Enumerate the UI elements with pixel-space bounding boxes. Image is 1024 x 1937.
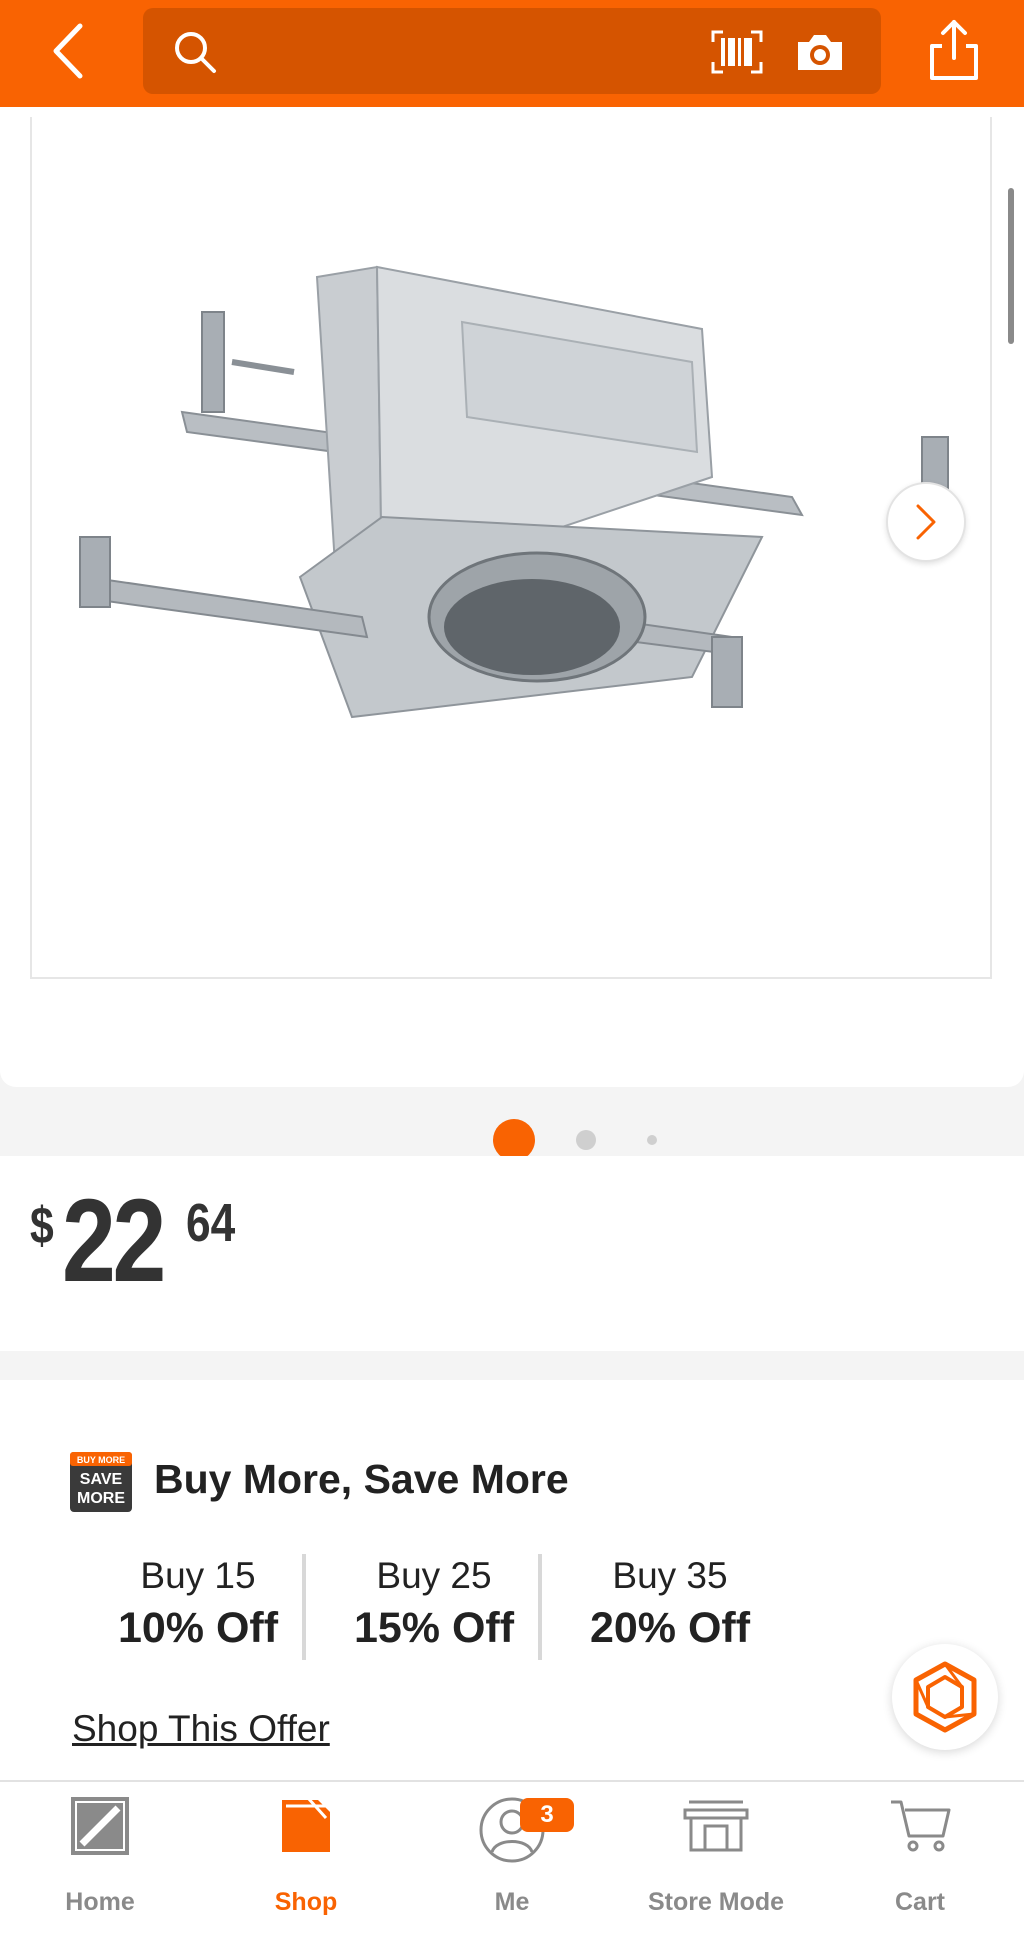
top-bar (0, 0, 1024, 107)
back-button[interactable] (38, 18, 98, 84)
page-dot-active[interactable] (493, 1119, 535, 1161)
bottom-navigation: Home Shop 3 Me Store Mode Cart (0, 1780, 1024, 1937)
chevron-right-icon (916, 504, 936, 540)
price-section: $ 22 64 (0, 1156, 1024, 1351)
promo-tier: Buy 25 15% Off (316, 1552, 552, 1662)
nav-label: Home (65, 1888, 135, 1916)
home-depot-logo-icon (71, 1797, 129, 1855)
tier-discount: 10% Off (117, 1604, 279, 1652)
chevron-left-icon (53, 23, 83, 79)
page-dot[interactable] (576, 1130, 596, 1150)
shop-tag-icon (282, 1796, 330, 1852)
tier-discount: 20% Off (589, 1604, 751, 1652)
price-currency: $ (30, 1197, 54, 1255)
nav-shop[interactable]: Shop (216, 1782, 396, 1937)
tier-quantity: Buy 15 (140, 1555, 256, 1596)
store-icon (683, 1800, 749, 1852)
share-icon (930, 20, 978, 80)
tier-quantity: Buy 35 (612, 1555, 728, 1596)
nav-cart[interactable]: Cart (830, 1782, 1010, 1937)
svg-text:BUY MORE: BUY MORE (77, 1455, 125, 1465)
page-dot[interactable] (647, 1135, 657, 1145)
price-cents: 64 (186, 1193, 236, 1253)
camera-icon[interactable] (795, 30, 845, 74)
svg-text:MORE: MORE (77, 1490, 125, 1507)
nav-home[interactable]: Home (10, 1782, 190, 1937)
promo-tier: Buy 35 20% Off (552, 1552, 788, 1662)
cart-icon (891, 1800, 951, 1852)
product-gallery (0, 107, 1024, 1161)
promo-tier: Buy 15 10% Off (80, 1552, 316, 1662)
nav-label: Cart (894, 1888, 945, 1916)
product-page: $ 22 64 BUY MORE SAVE MORE Buy More, Sav… (0, 0, 1024, 1937)
tier-discount: 15% Off (353, 1604, 515, 1652)
svg-text:SAVE: SAVE (80, 1471, 123, 1488)
search-bar[interactable] (143, 8, 881, 94)
search-input[interactable] (233, 24, 703, 76)
tier-divider (302, 1554, 306, 1660)
notification-badge: 3 (520, 1798, 574, 1832)
search-icon (175, 32, 216, 73)
nav-label: Me (494, 1888, 530, 1916)
price-dollars: 22 (62, 1175, 166, 1307)
shop-this-offer-link[interactable]: Shop This Offer (72, 1708, 330, 1750)
buy-more-save-more-section: BUY MORE SAVE MORE Buy More, Save More B… (0, 1380, 1024, 1780)
hexagon-assistant-icon (913, 1661, 977, 1733)
nav-store-mode[interactable]: Store Mode (626, 1782, 806, 1937)
promo-title: Buy More, Save More (154, 1456, 569, 1502)
share-button[interactable] (924, 16, 984, 84)
next-image-button[interactable] (886, 482, 966, 562)
assistant-chat-button[interactable] (892, 1644, 998, 1750)
tier-quantity: Buy 25 (376, 1555, 492, 1596)
nav-label: Shop (274, 1888, 338, 1916)
barcode-scan-icon[interactable] (709, 28, 765, 76)
promo-tiers: Buy 15 10% Off Buy 25 15% Off Buy 35 20%… (80, 1552, 760, 1662)
buy-more-save-more-badge-icon: BUY MORE SAVE MORE (70, 1452, 132, 1512)
nav-label: Store Mode (647, 1888, 785, 1916)
product-image-frame[interactable] (30, 117, 992, 979)
gallery-pagination (0, 1117, 1024, 1161)
scrollbar[interactable] (1008, 188, 1014, 344)
nav-me[interactable]: 3 Me (422, 1782, 602, 1937)
tier-divider (538, 1554, 542, 1660)
product-image (79, 265, 949, 719)
